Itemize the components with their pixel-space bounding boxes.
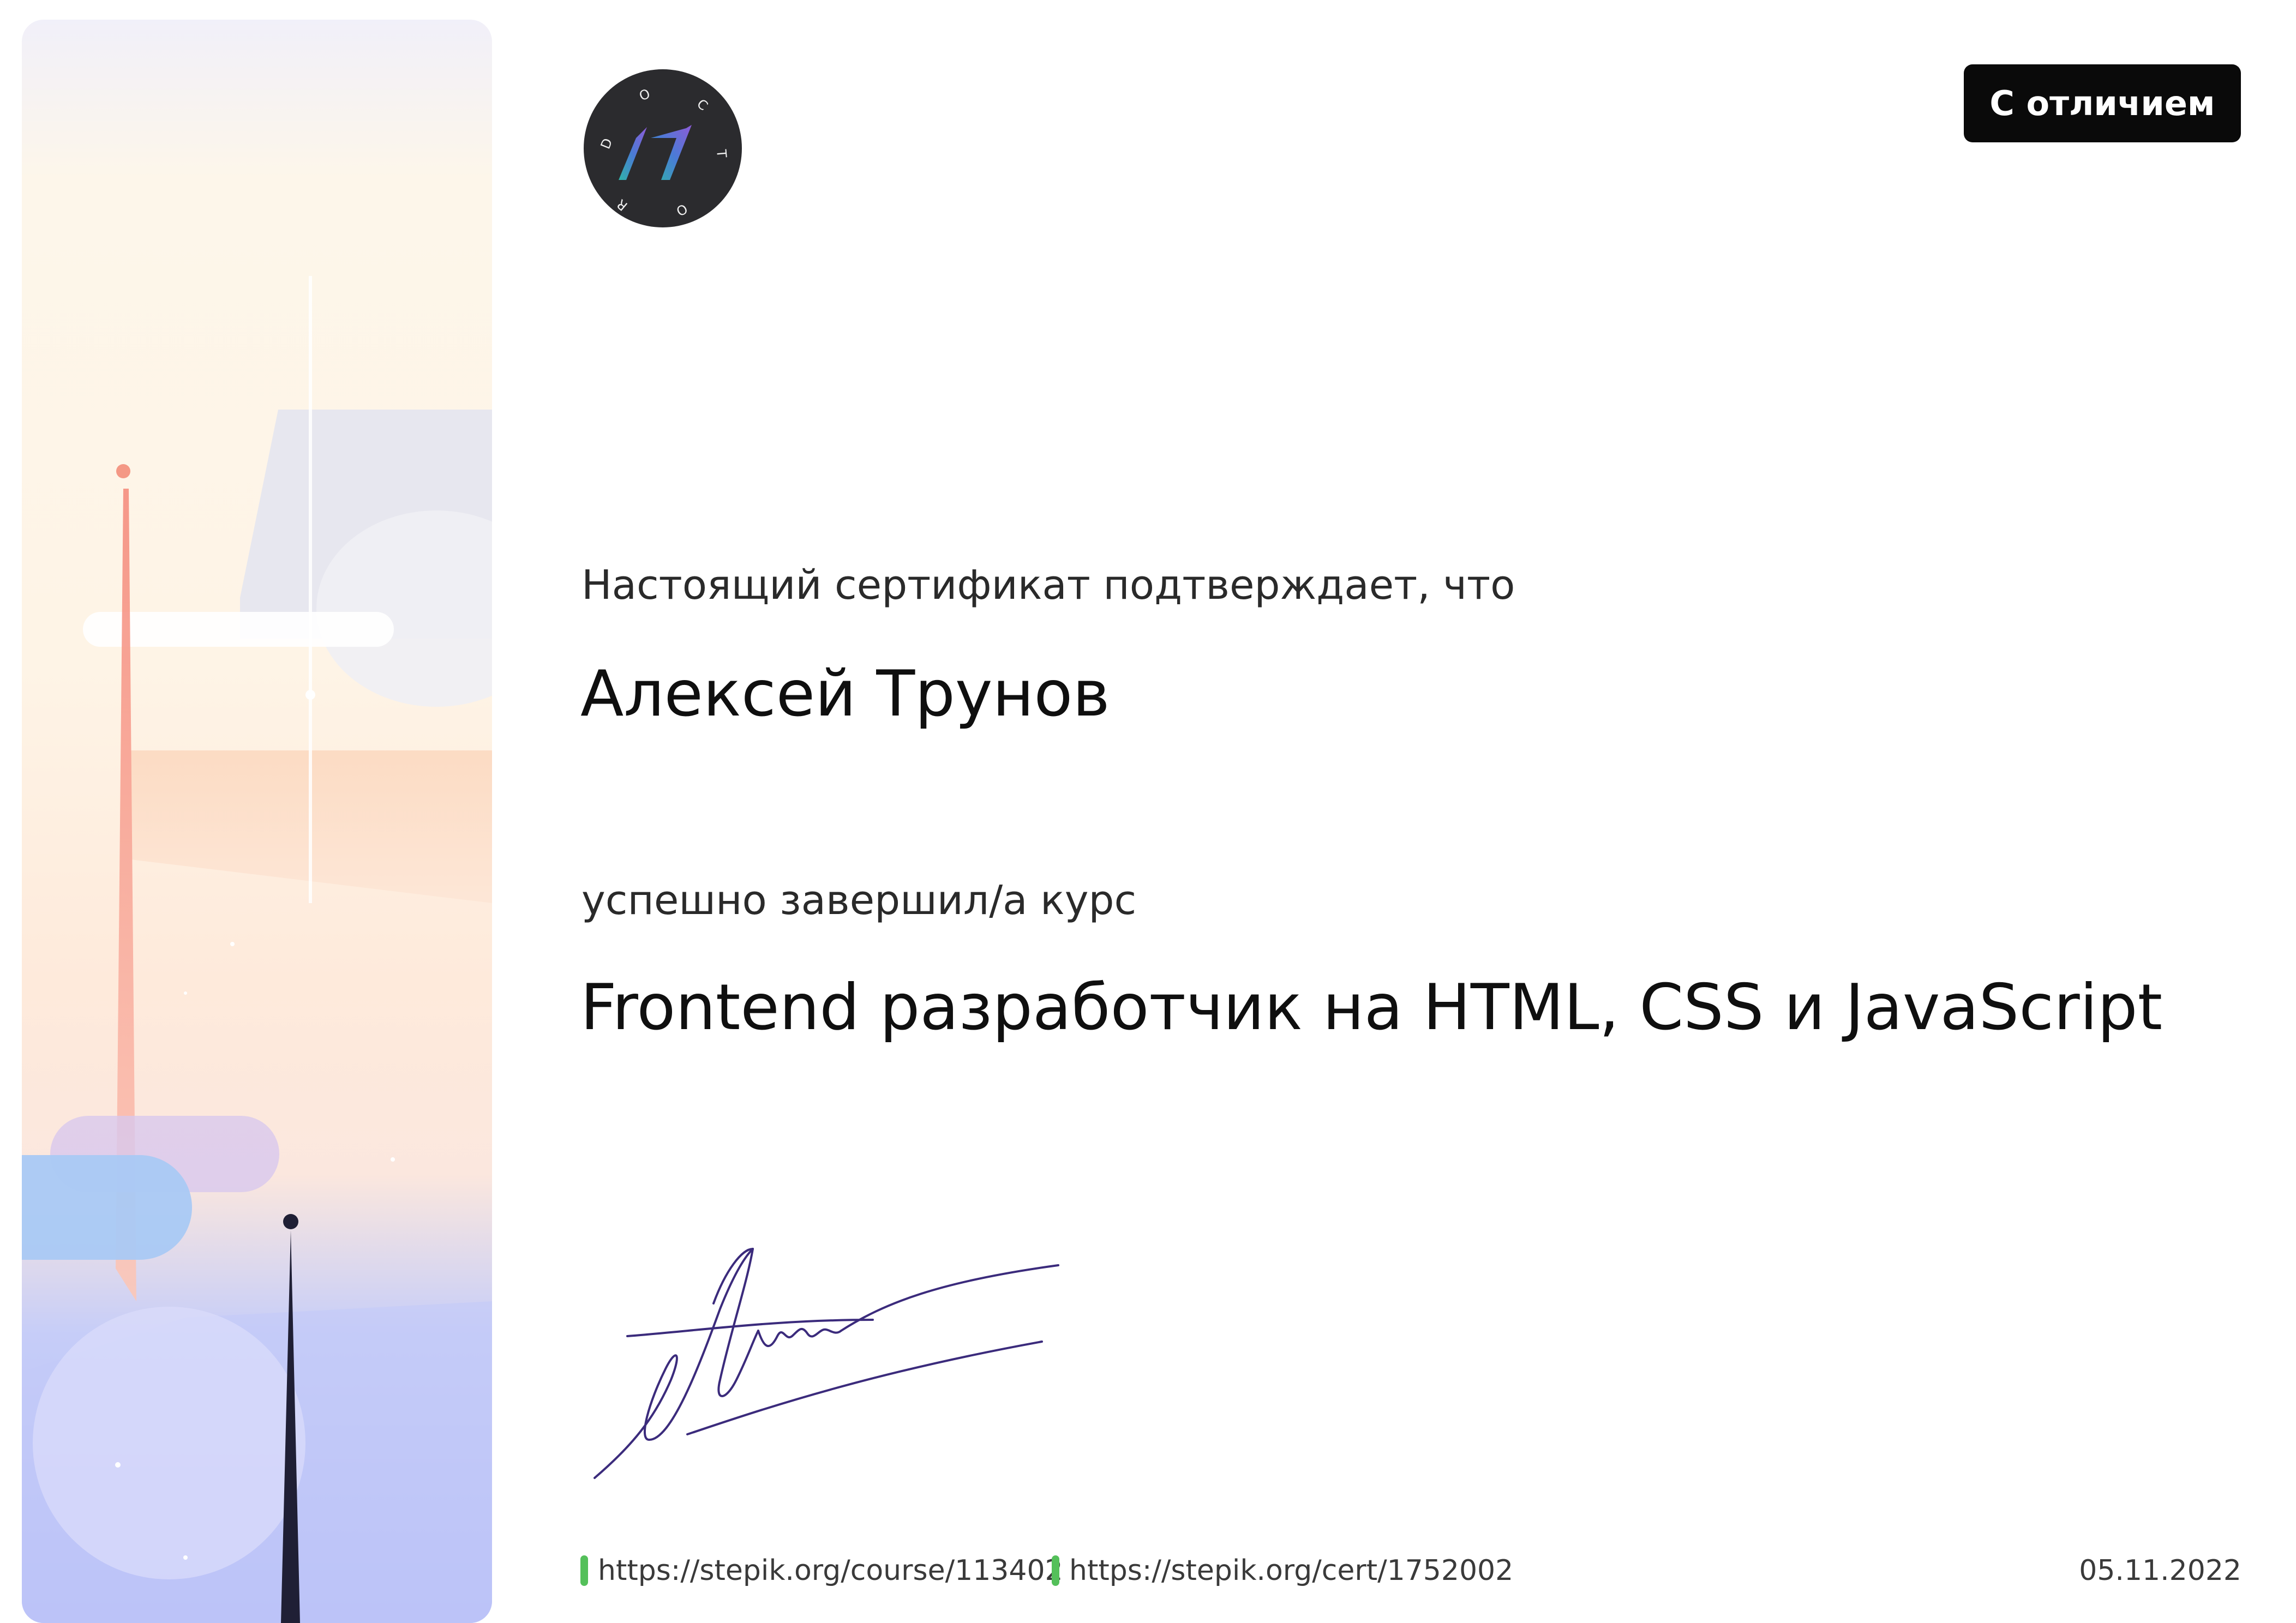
course-link-marker [580,1555,588,1586]
cert-link[interactable]: https://stepik.org/cert/1752002 [1052,1554,1513,1587]
distinction-badge: С отличием [1964,64,2241,142]
cert-link-text: https://stepik.org/cert/1752002 [1069,1554,1514,1587]
course-title: Frontend разработчик на HTML, CSS и Java… [580,971,2163,1044]
certificate-date: 05.11.2022 [2079,1554,2241,1587]
recipient-name: Алексей Трунов [580,657,1110,731]
logo-letter-t: T [714,148,729,158]
doctor-logo: D O C T O R [584,69,742,227]
decorative-illustration-panel [22,20,492,1623]
cert-link-marker [1052,1555,1059,1586]
abstract-art [22,276,492,1623]
handwritten-signature [594,1248,1059,1479]
distinction-badge-label: С отличием [1989,83,2215,123]
course-link-text: https://stepik.org/course/113402 [598,1554,1063,1587]
course-link[interactable]: https://stepik.org/course/113402 [580,1554,1063,1587]
certificate-lead-text: Настоящий сертификат подтверждает, что [582,562,1515,609]
completed-text: успешно завершил/а курс [582,877,1137,924]
